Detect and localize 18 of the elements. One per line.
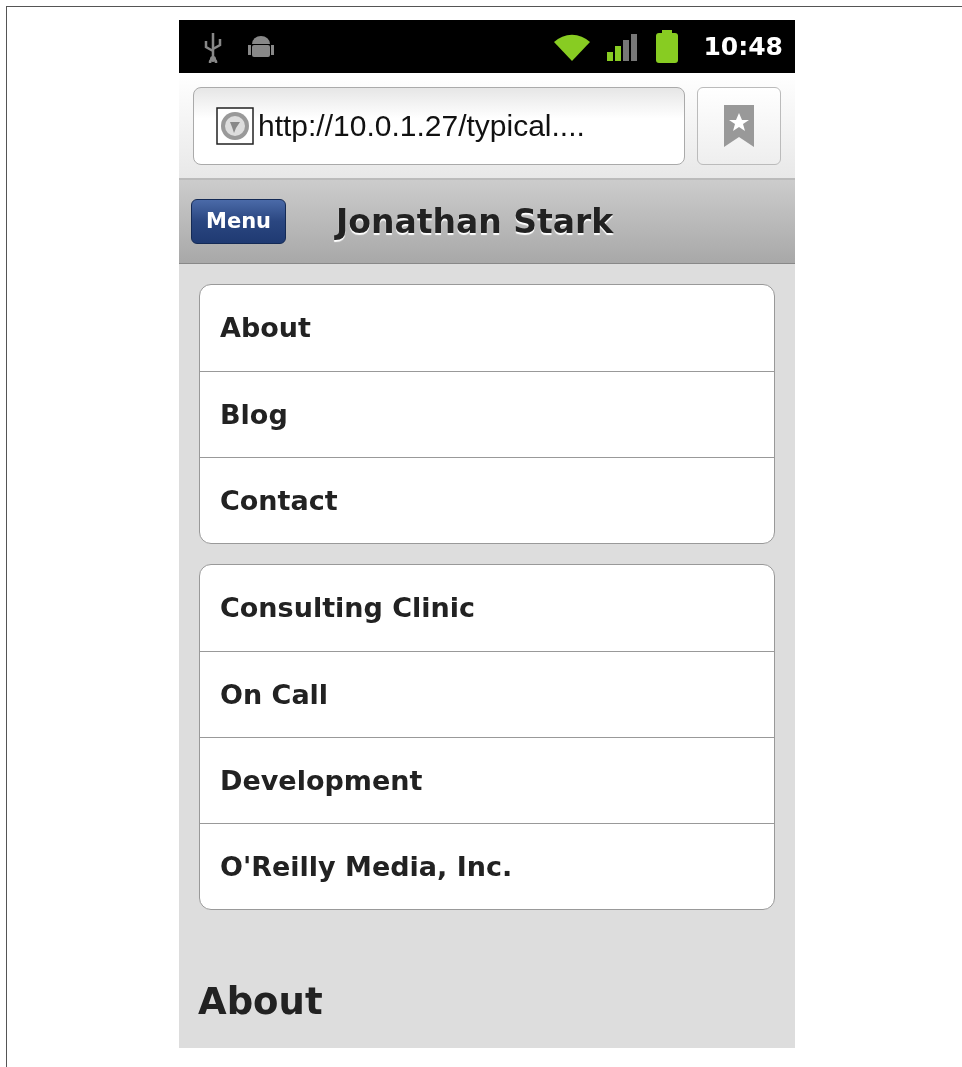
globe-icon xyxy=(216,106,254,145)
menu-item[interactable]: About xyxy=(200,285,774,371)
bookmark-star-icon xyxy=(722,103,756,148)
menu-item[interactable]: Development xyxy=(200,737,774,823)
signal-icon xyxy=(607,31,640,62)
menu-item[interactable]: Contact xyxy=(200,457,774,543)
section-heading: About xyxy=(198,979,324,1025)
page-title: Jonathan Stark xyxy=(336,200,614,243)
status-time: 10:48 xyxy=(703,30,783,63)
menu-item[interactable]: Consulting Clinic xyxy=(200,565,774,651)
menu-item[interactable]: Blog xyxy=(200,371,774,457)
menu-item[interactable]: O'Reilly Media, Inc. xyxy=(200,823,774,909)
menu-button[interactable]: Menu xyxy=(191,198,287,245)
bookmark-button[interactable] xyxy=(697,86,781,165)
battery-icon xyxy=(655,29,680,64)
address-field[interactable]: http://10.0.1.27/typical.... xyxy=(193,86,685,165)
usb-icon xyxy=(203,30,223,63)
menu-item[interactable]: On Call xyxy=(200,651,774,737)
